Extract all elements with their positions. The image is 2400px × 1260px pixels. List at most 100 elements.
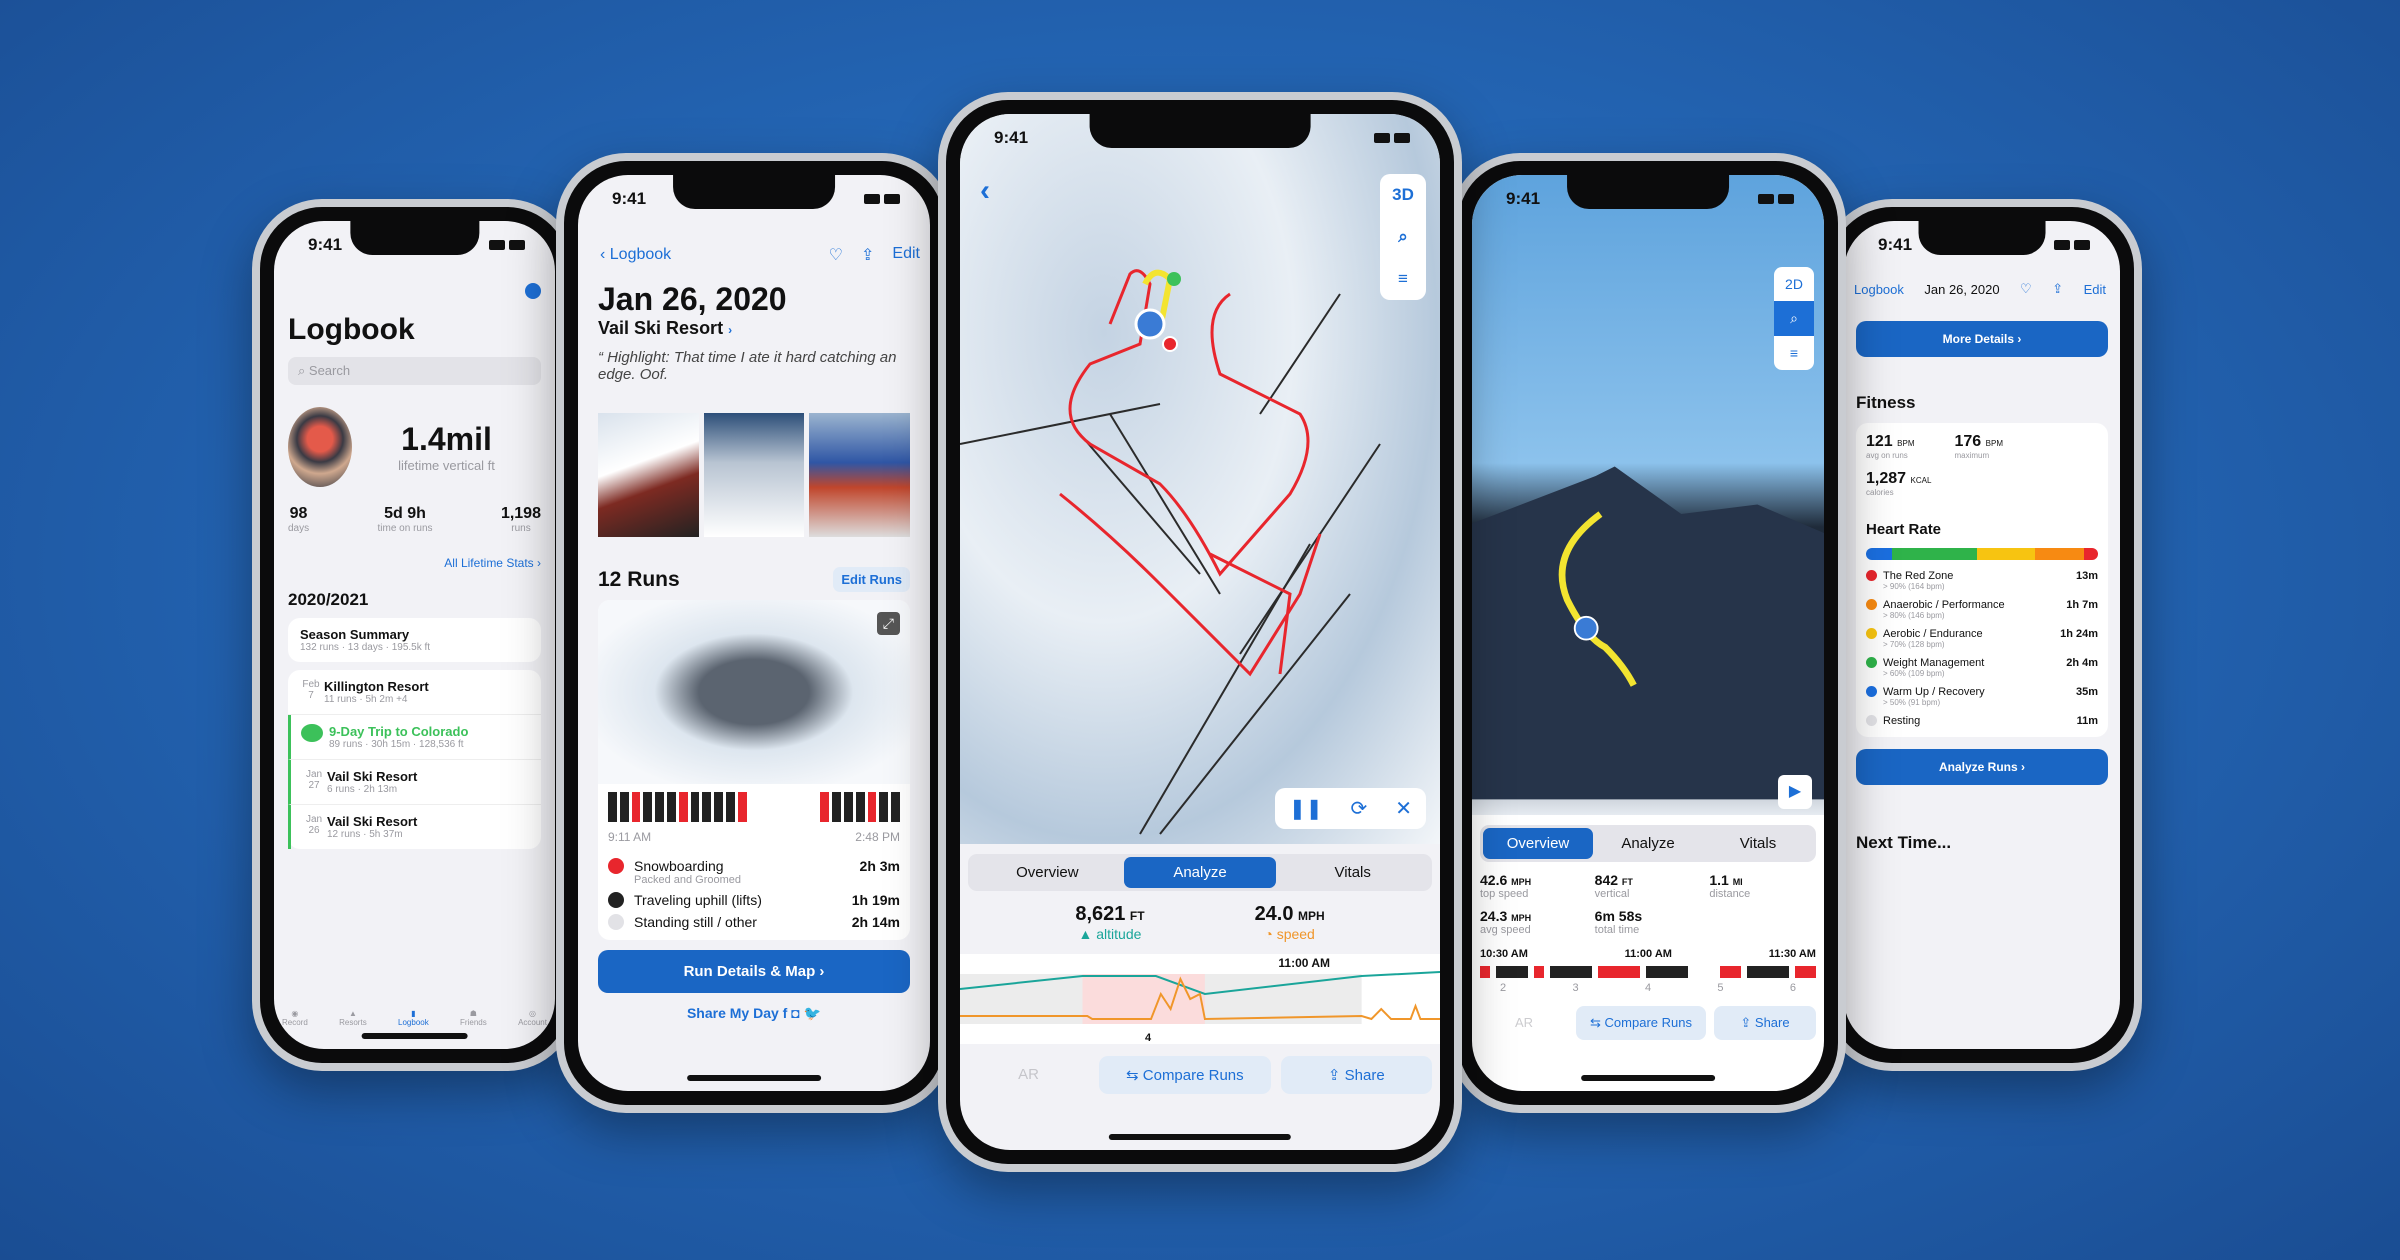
analyze-chart[interactable]: 11:00 AM 4: [960, 954, 1440, 1044]
timeline-segment: [690, 792, 700, 822]
run-stat: 6m 58s total time: [1594, 908, 1643, 936]
calories: 1,287 KCAL calories: [1866, 470, 1932, 497]
compare-runs-button[interactable]: ⇆ Compare Runs: [1576, 1006, 1706, 1040]
compare-runs-button[interactable]: ⇆ Compare Runs: [1099, 1056, 1271, 1094]
altitude-readout: 8,621 FT ▲ altitude: [1075, 903, 1145, 942]
run-map-overlay: [960, 269, 1381, 835]
list-item-trip[interactable]: 9-Day Trip to Colorado 89 runs · 30h 15m …: [288, 715, 541, 760]
resort-link[interactable]: Vail Ski Resort ›: [598, 318, 910, 339]
hr-zone-segment: [1866, 548, 1892, 560]
more-details-button[interactable]: More Details ›: [1856, 321, 2108, 357]
lift-line: [1079, 433, 1201, 575]
end-time: 2:48 PM: [855, 830, 900, 844]
tab-logbook[interactable]: ▮ Logbook: [398, 1009, 429, 1027]
season-heading: 2020/2021: [288, 590, 369, 609]
tab-overview[interactable]: Overview: [971, 857, 1124, 888]
share-icon[interactable]: ⇪: [2052, 281, 2063, 297]
zoom-icon[interactable]: ⌕: [1380, 216, 1426, 258]
avatar[interactable]: [288, 407, 352, 487]
next-time-heading: Next Time...: [1856, 833, 1952, 852]
activity-color-dot: [608, 858, 624, 874]
tab-bar: ◉ Record ▲ Resorts ▮ Logbook ☗ Friends ◎ Acco…: [282, 1009, 547, 1027]
timeline-segment: [608, 792, 617, 822]
edit-runs-button[interactable]: Edit Runs: [833, 567, 910, 592]
add-icon[interactable]: [525, 283, 541, 299]
tab-overview[interactable]: Overview: [1483, 828, 1593, 859]
heart-icon[interactable]: ♡: [829, 245, 843, 265]
tab-vitals[interactable]: Vitals: [1276, 857, 1429, 888]
hr-zone-segment: [1891, 548, 1978, 560]
timeline-segment: [867, 792, 877, 822]
photo[interactable]: [703, 413, 805, 537]
activity-time: 1h 19m: [851, 892, 900, 908]
share-icon[interactable]: ⇪: [861, 245, 874, 265]
analyze-runs-button[interactable]: Analyze Runs ›: [1856, 749, 2108, 785]
3d-terrain-view[interactable]: [1472, 175, 1824, 815]
back-icon[interactable]: ‹: [980, 174, 990, 208]
hr-zone-row: Warm Up / Recovery > 50% (91 bpm) 35m: [1866, 686, 2098, 707]
search-input[interactable]: ⌕ Search: [288, 357, 541, 385]
list-icon[interactable]: ≡: [1380, 258, 1426, 300]
all-lifetime-stats-link[interactable]: All Lifetime Stats ›: [288, 556, 541, 570]
zoom-icon[interactable]: ⌕: [1774, 301, 1814, 336]
trail-map[interactable]: [960, 114, 1440, 844]
zone-name: The Red Zone: [1883, 570, 1954, 582]
tab-resorts[interactable]: ▲ Resorts: [339, 1009, 367, 1027]
share-button[interactable]: ⇪ Share: [1714, 1006, 1816, 1040]
fitness-heading: Fitness: [1856, 393, 1916, 412]
activity-row: Standing still / other 2h 14m: [608, 914, 900, 930]
list-item[interactable]: Jan 26 Vail Ski Resort 12 runs · 5h 37m: [288, 805, 541, 849]
speed-readout: 24.0 MPH ◔ speed: [1254, 903, 1325, 942]
2d-toggle[interactable]: 2D: [1774, 267, 1814, 301]
status-time: 9:41: [612, 189, 647, 208]
edit-button[interactable]: Edit: [2084, 282, 2106, 297]
season-summary[interactable]: Season Summary 132 runs · 13 days · 195.…: [288, 618, 541, 662]
heart-icon[interactable]: ♡: [2020, 281, 2032, 297]
phone-map-analyze: 9:41 ‹ 3D ⌕ ≡ ❚❚ ⟳ ✕ Overview Analyze Vi…: [938, 92, 1462, 1172]
run-stat: 1.1 MI distance: [1709, 872, 1751, 900]
stat-runs: 1,198 runs: [500, 505, 541, 534]
tab-analyze[interactable]: Analyze: [1593, 828, 1703, 859]
zone-sub: > 90% (164 bpm): [1883, 582, 1945, 591]
list-item[interactable]: Feb 7 Killington Resort 11 runs · 5h 2m +4: [288, 670, 541, 715]
back-button[interactable]: ‹ Logbook: [600, 246, 671, 264]
tab-record[interactable]: ◉ Record: [282, 1009, 308, 1027]
timeline-segment: [879, 792, 889, 822]
timeline-segment: [832, 792, 841, 822]
zone-color-dot: [1866, 599, 1877, 610]
zone-color-dot: [1866, 628, 1877, 639]
zone-time: 35m: [2075, 686, 2098, 698]
list-icon[interactable]: ≡: [1774, 336, 1814, 370]
timeline-segment: [820, 792, 830, 822]
tab-analyze[interactable]: Analyze: [1123, 857, 1277, 888]
timeline-segment: [843, 792, 853, 822]
photo[interactable]: [809, 413, 911, 537]
start-time: 9:11 AM: [608, 830, 652, 844]
timeline-segment: [797, 792, 806, 822]
ar-button[interactable]: AR: [1480, 1006, 1568, 1040]
tab-account[interactable]: ◎ Account: [518, 1009, 547, 1027]
orbit-icon[interactable]: ⟳: [1336, 788, 1381, 829]
run-details-button[interactable]: Run Details & Map ›: [598, 950, 910, 993]
ar-button[interactable]: AR: [968, 1056, 1089, 1094]
expand-icon[interactable]: ⤢: [876, 612, 900, 635]
highlight-note: “ Highlight: That time I ate it hard cat…: [598, 349, 897, 383]
pause-icon[interactable]: ❚❚: [1275, 788, 1337, 829]
timeline-segment: [666, 792, 676, 822]
stat-days: 98 days: [288, 505, 310, 534]
3d-map-thumbnail[interactable]: ⤢: [598, 600, 910, 784]
tab-friends[interactable]: ☗ Friends: [460, 1009, 487, 1027]
edit-button[interactable]: Edit: [892, 245, 920, 265]
activity-name: Standing still / other: [634, 914, 757, 930]
photo[interactable]: [598, 413, 699, 537]
play-icon[interactable]: ▶: [1778, 775, 1812, 809]
activity-color-dot: [608, 892, 624, 908]
share-button[interactable]: ⇪ Share: [1280, 1056, 1432, 1094]
tab-vitals[interactable]: Vitals: [1703, 828, 1813, 859]
photo-strip[interactable]: [598, 413, 911, 537]
3d-toggle[interactable]: 3D: [1380, 174, 1426, 216]
back-button[interactable]: Logbook: [1854, 282, 1904, 297]
list-item[interactable]: Jan 27 Vail Ski Resort 6 runs · 2h 13m: [288, 760, 541, 805]
share-my-day-link[interactable]: Share My Day f ◘ 🐦: [598, 1005, 910, 1022]
close-icon[interactable]: ✕: [1381, 788, 1426, 829]
